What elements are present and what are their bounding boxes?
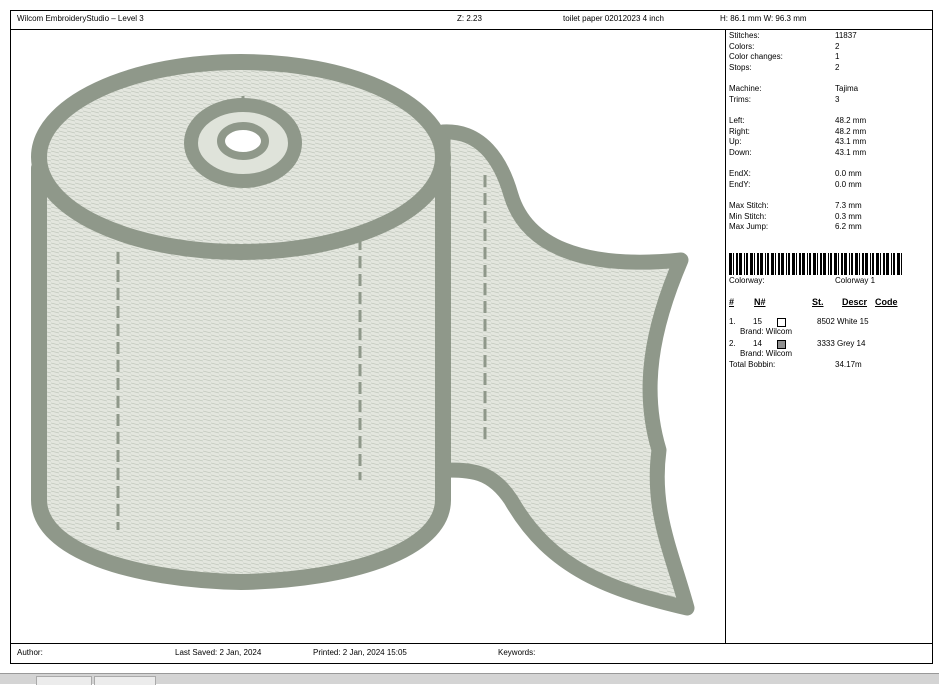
stat-row: Color changes: 1 [729,52,840,61]
window-tab[interactable] [94,676,156,685]
stat-row: Stitches: 11837 [729,31,857,40]
stat-row: Max Stitch: 7.3 mm [729,201,862,210]
stat-row: Up: 43.1 mm [729,137,867,146]
total-bobbin-row: Total Bobbin: 34.17m [729,360,862,369]
thread-swatch [777,340,786,349]
thread-swatch [777,318,786,327]
last-saved-field: Last Saved: 2 Jan, 2024 [175,648,262,657]
stat-row: Min Stitch: 0.3 mm [729,212,862,221]
stat-row: EndY: 0.0 mm [729,180,862,189]
design-dimensions: H: 86.1 mm W: 96.3 mm [720,14,807,23]
app-title: Wilcom EmbroideryStudio – Level 3 [17,14,144,23]
window-bottom-strip [0,673,939,685]
stat-row: Right: 48.2 mm [729,127,867,136]
design-info-panel: Stitches: 11837 Colors: 2 Color changes: 1 … [727,31,932,641]
stat-row: Machine: Tajima [729,84,859,93]
stat-row: Colors: 2 [729,42,840,51]
barcode-image [729,253,902,275]
design-preview [11,30,726,643]
header-bar: Wilcom EmbroideryStudio – Level 3 Z: 2.2… [11,11,932,30]
stat-row: Down: 43.1 mm [729,148,867,157]
keywords-field: Keywords: [498,648,536,657]
zoom-level: Z: 2.23 [457,14,482,23]
window-tab[interactable] [36,676,92,685]
stat-row: Left: 48.2 mm [729,116,867,125]
colorway-row: Colorway: Colorway 1 [729,276,876,285]
footer-bar: Author: Last Saved: 2 Jan, 2024 Printed:… [11,643,932,664]
design-name: toilet paper 02012023 4 inch [563,14,664,23]
print-preview-sheet: Wilcom EmbroideryStudio – Level 3 Z: 2.2… [10,10,933,664]
stat-row: Trims: 3 [729,95,840,104]
toilet-paper-embroidery-image [31,54,695,616]
printed-field: Printed: 2 Jan, 2024 15:05 [313,648,407,657]
stat-row: Max Jump: 6.2 mm [729,222,862,231]
author-field: Author: [17,648,43,657]
stat-row: EndX: 0.0 mm [729,169,862,178]
stat-row: Stops: 2 [729,63,840,72]
